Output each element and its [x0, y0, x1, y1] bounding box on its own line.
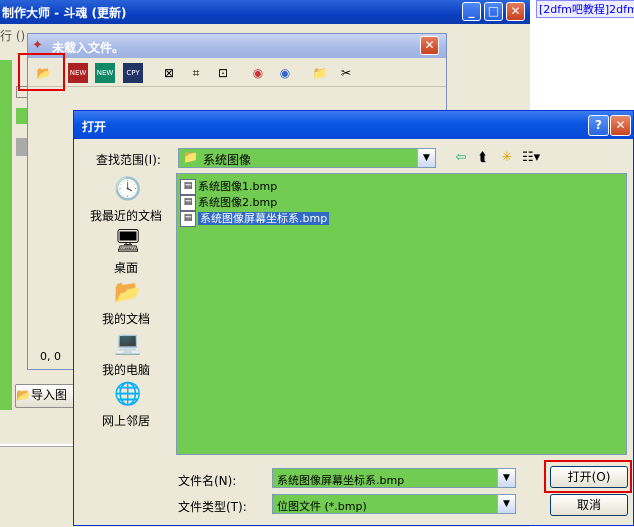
file-name-input[interactable]: 系统图像屏幕坐标系.bmp ▼	[272, 468, 516, 488]
export-folder-icon[interactable]: 📁	[310, 63, 330, 83]
look-in-value: 系统图像	[203, 153, 252, 167]
file-name-label: 文件名(N):	[178, 474, 237, 488]
open-file-dialog: 打开 ? ✕ 查找范围(I): 📁 系统图像 ▼ ⇦ ⮬ ✳ ☷▾ 🕓 我最近的…	[73, 110, 634, 526]
menu-fragment[interactable]: 行 ()	[0, 27, 25, 44]
folder-icon: 📁	[183, 150, 198, 164]
place-my-documents[interactable]: 📂 我的文档	[84, 280, 168, 330]
app-icon: ✦	[32, 38, 43, 53]
file-name: 系统图像2.bmp	[198, 196, 278, 209]
maximize-button[interactable]: □	[484, 2, 503, 21]
place-recent-documents[interactable]: 🕓 我最近的文档	[84, 177, 168, 227]
place-label: 我的文档	[101, 312, 150, 326]
tools-icon[interactable]: ✂	[336, 63, 356, 83]
help-button[interactable]: ?	[588, 115, 609, 136]
dialog-close-button[interactable]: ✕	[610, 115, 631, 136]
main-window-titlebar: 制作大师 - 斗魂 (更新) _ □ ✕	[0, 0, 530, 24]
desktop-icon: 🖥	[114, 229, 142, 254]
place-label: 桌面	[113, 261, 138, 275]
palette-icon[interactable]: ◉	[248, 63, 268, 83]
folder-icon: 📂	[16, 388, 31, 402]
copy-icon[interactable]: CPY	[123, 63, 143, 83]
place-desktop[interactable]: 🖥 桌面	[84, 229, 168, 279]
frame-icon[interactable]: ⊡	[213, 63, 233, 83]
file-list[interactable]: ▤ 系统图像1.bmp ▤ 系统图像2.bmp ▤ 系统图像屏幕坐标系.bmp	[176, 173, 627, 455]
background-canvas-strip	[0, 60, 12, 410]
list-item[interactable]: ▤ 系统图像2.bmp	[180, 194, 278, 211]
back-arrow-icon[interactable]: ⇦	[452, 149, 470, 167]
crop-icon[interactable]: ⌗	[186, 63, 206, 83]
minimize-button[interactable]: _	[462, 2, 481, 21]
list-item-selected[interactable]: ▤ 系统图像屏幕坐标系.bmp	[180, 210, 330, 227]
tutorial-link[interactable]: [2dfm吧教程]2dfm	[536, 0, 634, 18]
folder-icon: 📂	[114, 280, 142, 305]
chevron-down-icon[interactable]: ▼	[417, 149, 435, 167]
main-window-title: 制作大师 - 斗魂 (更新)	[2, 6, 127, 20]
highlight-open-button	[544, 460, 632, 493]
place-label: 我最近的文档	[89, 209, 162, 223]
new-icon[interactable]: NEW	[95, 63, 115, 83]
file-type-select[interactable]: 位图文件 (*.bmp) ▼	[272, 494, 516, 514]
editor-window-titlebar: ✦ 未载入文件。 ✕	[28, 34, 446, 58]
coordinate-readout: 0, 0	[40, 350, 61, 363]
place-label: 我的电脑	[101, 363, 150, 377]
computer-icon: 💻	[114, 331, 142, 356]
look-in-combobox[interactable]: 📁 系统图像 ▼	[178, 148, 436, 168]
places-bar: 🕓 我最近的文档 🖥 桌面 📂 我的文档 💻 我的电脑 🌐 网上邻居	[84, 173, 168, 438]
dialog-titlebar: 打开 ? ✕	[74, 111, 633, 139]
bitmap-file-icon: ▤	[180, 211, 196, 227]
editor-toolbar: 📂 NEW NEW CPY ⊠ ⌗ ⊡ ◉ ◉ 📁 ✂	[28, 60, 446, 87]
chevron-down-icon[interactable]: ▼	[497, 469, 515, 487]
zoom-fit-icon[interactable]: ⊠	[159, 63, 179, 83]
editor-close-button[interactable]: ✕	[420, 36, 439, 55]
bitmap-file-icon: ▤	[180, 179, 196, 195]
look-in-label: 查找范围(I):	[96, 153, 161, 167]
view-menu-icon[interactable]: ☷▾	[522, 149, 540, 167]
dialog-title: 打开	[82, 120, 107, 134]
cancel-button[interactable]: 取消	[550, 494, 628, 516]
file-name: 系统图像屏幕坐标系.bmp	[198, 212, 330, 225]
new-folder-icon[interactable]: ✳	[498, 149, 516, 167]
place-label: 网上邻居	[101, 414, 150, 428]
new-icon[interactable]: NEW	[68, 63, 88, 83]
palette-icon[interactable]: ◉	[275, 63, 295, 83]
chevron-down-icon[interactable]: ▼	[497, 495, 515, 513]
bitmap-file-icon: ▤	[180, 195, 196, 211]
file-type-value: 位图文件 (*.bmp)	[277, 500, 367, 513]
file-name: 系统图像1.bmp	[198, 180, 278, 193]
import-button-label: 导入图	[30, 388, 67, 402]
highlight-open-folder	[18, 53, 65, 91]
list-item[interactable]: ▤ 系统图像1.bmp	[180, 178, 278, 195]
clock-icon: 🕓	[114, 177, 142, 202]
file-type-label: 文件类型(T):	[178, 500, 247, 514]
file-name-value: 系统图像屏幕坐标系.bmp	[277, 474, 405, 487]
up-folder-icon[interactable]: ⮬	[474, 149, 492, 167]
globe-icon: 🌐	[114, 382, 142, 407]
place-my-computer[interactable]: 💻 我的电脑	[84, 331, 168, 381]
close-button[interactable]: ✕	[506, 2, 525, 21]
place-network[interactable]: 🌐 网上邻居	[84, 382, 168, 432]
import-image-button[interactable]: 📂导入图	[15, 384, 75, 408]
